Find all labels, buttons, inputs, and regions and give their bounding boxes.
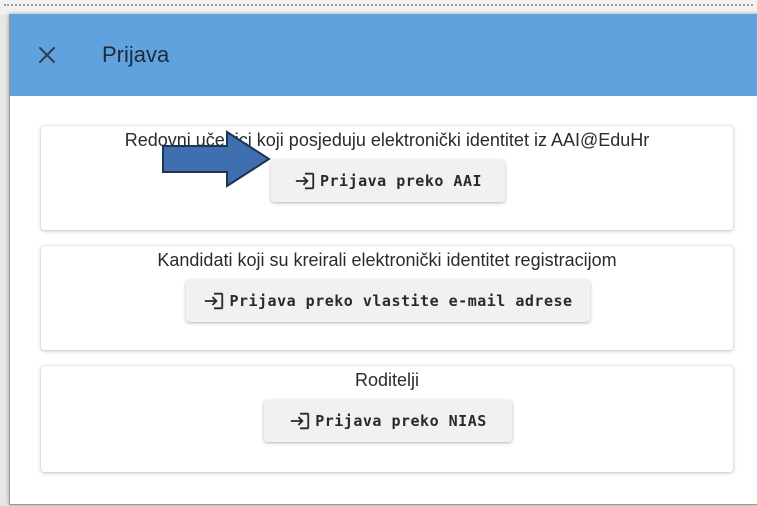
background-page-text xyxy=(0,0,757,14)
dialog-header: Prijava xyxy=(10,14,757,96)
login-icon xyxy=(295,172,315,190)
login-icon xyxy=(291,412,310,430)
login-dialog: Prijava Redovni učenici koji posjeduju e… xyxy=(9,14,757,505)
login-option-email: Kandidati koji su kreirali elektronički … xyxy=(41,246,733,350)
email-login-label: Prijava preko vlastite e-mail adrese xyxy=(229,292,573,310)
login-option-aai: Redovni učenici koji posjeduju elektroni… xyxy=(41,126,733,230)
dialog-title: Prijava xyxy=(102,42,170,67)
login-option-nias: Roditelji Prijava preko NIAS xyxy=(41,366,733,472)
aai-login-button[interactable]: Prijava preko AAI xyxy=(271,160,505,202)
background-text-line xyxy=(4,0,753,6)
nias-login-label: Prijava preko NIAS xyxy=(315,412,487,430)
login-icon xyxy=(205,292,224,310)
aai-login-label: Prijava preko AAI xyxy=(319,172,483,190)
card-label: Roditelji xyxy=(354,370,420,390)
nias-login-button[interactable]: Prijava preko NIAS xyxy=(264,400,512,442)
card-label: Redovni učenici koji posjeduju elektroni… xyxy=(124,130,650,150)
close-icon xyxy=(39,47,55,63)
email-login-button[interactable]: Prijava preko vlastite e-mail adrese xyxy=(186,280,590,322)
card-label: Kandidati koji su kreirali elektronički … xyxy=(157,250,617,270)
annotation-arrow-icon xyxy=(162,130,271,188)
close-button[interactable] xyxy=(36,44,58,66)
